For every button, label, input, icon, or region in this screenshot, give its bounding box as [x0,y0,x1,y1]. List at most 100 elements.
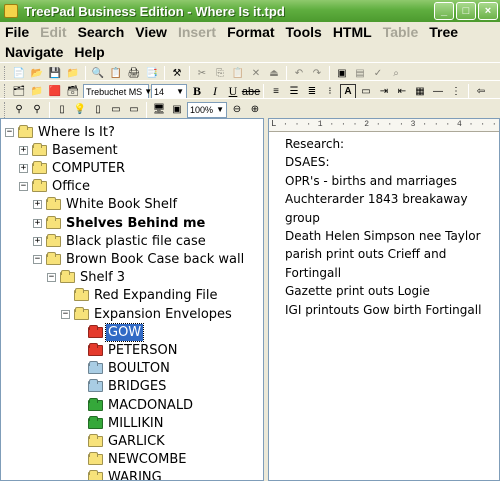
tree-node[interactable]: Red Expanding File [61,287,219,305]
tree-node-label[interactable]: Basement [50,142,120,159]
tree-node-label[interactable]: NEWCOMBE [106,451,188,468]
yellow-folder-icon [46,197,61,211]
tab-stop-marker[interactable]: L [271,119,276,129]
tree-node[interactable]: GARLICK [75,432,167,450]
menu-format[interactable]: Format [222,24,280,40]
tree-node-label[interactable]: Shelf 3 [78,269,127,286]
title-bar[interactable]: TreePad Business Edition - Where Is it.t… [0,0,500,22]
yellow-folder-icon [74,288,89,302]
tree-node[interactable]: PETERSON [75,341,179,359]
close-button[interactable]: × [478,2,498,20]
tree-node-label[interactable]: COMPUTER [50,160,127,177]
tree-node[interactable]: − Shelf 3 [47,269,127,287]
menu-search[interactable]: Search [73,24,131,40]
tree-node[interactable]: BOULTON [75,360,172,378]
tree-node-label[interactable]: White Book Shelf [64,196,179,213]
red-folder-icon [88,342,103,356]
expand-icon[interactable]: + [19,163,28,173]
zoom-select[interactable]: 100% ▼ [187,101,227,118]
tree-node[interactable]: + Shelves Behind me [33,214,207,232]
tree-pane[interactable]: − Where Is It? + Basement + COMPUTER − Office + W… [0,118,264,481]
ruler[interactable]: L · · · 1 · · · 2 · · · 3 · · · 4 · · · … [269,119,499,132]
tree-node[interactable]: MILLIKIN [75,414,165,432]
collapse-icon[interactable]: − [33,254,42,264]
blue-folder-icon [88,379,103,393]
tree-node-label[interactable]: Brown Book Case back wall [64,251,246,268]
tree-node-label[interactable]: Shelves Behind me [64,215,207,232]
toolbar-grip[interactable] [4,101,7,118]
collapse-icon[interactable]: − [19,182,28,192]
menu-view[interactable]: View [130,24,173,40]
tree-node-label[interactable]: MACDONALD [106,397,195,414]
expand-icon[interactable]: + [33,200,42,210]
menu-table[interactable]: Table [378,24,425,40]
menu-help[interactable]: Help [69,44,110,60]
tree-node[interactable]: + Basement [19,141,120,159]
tree-node[interactable]: + White Book Shelf [33,196,179,214]
yellow-folder-icon [88,470,103,480]
chevron-down-icon: ▼ [176,87,184,96]
expand-icon[interactable]: + [33,236,42,246]
expand-icon[interactable]: + [33,218,42,228]
treepad-app-icon[interactable] [4,4,18,18]
tree-node[interactable]: NEWCOMBE [75,451,188,469]
zoom-out-icon[interactable]: ⊖ [229,102,245,118]
tree-node-label[interactable]: WARING [106,469,164,480]
collapse-icon[interactable]: − [61,309,70,319]
editor-line: Gazette print outs Logie [285,284,430,299]
yellow-folder-icon [74,306,89,320]
tree-node[interactable]: + Black plastic file case [33,232,208,250]
tree-node[interactable]: WARING [75,469,164,480]
menu-tools[interactable]: Tools [281,24,328,40]
node-down-icon[interactable]: ▯ [90,102,106,118]
find-next-icon[interactable]: ⚲ [29,102,45,118]
expand-icon[interactable]: + [19,145,28,155]
tree-node[interactable]: − Where Is It? [5,123,117,141]
menu-html[interactable]: HTML [328,24,378,40]
tree-node-label[interactable]: Red Expanding File [92,287,219,304]
node-left-icon[interactable]: ▭ [108,102,124,118]
tree-node[interactable]: − Office [19,178,92,196]
tree-node[interactable]: GOW [75,322,145,342]
tree-node-label[interactable]: MILLIKIN [106,415,165,432]
collapse-icon[interactable]: − [47,273,56,283]
hint-bulb-icon[interactable]: 💡 [72,102,88,118]
maximize-button[interactable]: □ [456,2,476,20]
zoom-in-icon[interactable]: ⊕ [247,102,263,118]
menu-insert[interactable]: Insert [173,24,222,40]
tree-node[interactable]: + COMPUTER [19,159,127,177]
editor-pane[interactable]: L · · · 1 · · · 2 · · · 3 · · · 4 · · · … [268,118,500,481]
green-folder-icon [88,397,103,411]
tree-node[interactable]: BRIDGES [75,378,168,396]
tree-node-label[interactable]: Expansion Envelopes [92,306,234,323]
menu-file[interactable]: File [0,24,35,40]
tree-node[interactable]: MACDONALD [75,396,195,414]
find-binoculars-icon[interactable]: ⚲ [11,102,27,118]
editor-text-area[interactable]: Research: DSAES: OPR's - births and marria… [269,132,499,319]
menu-navigate[interactable]: Navigate [0,44,69,60]
tree-node-label[interactable]: Office [50,178,92,195]
menu-edit[interactable]: Edit [35,24,72,40]
calendar-icon[interactable]: ▣ [169,102,185,118]
yellow-folder-icon [32,142,47,156]
tree-node-label[interactable]: Where Is It? [36,124,117,141]
node-right-icon[interactable]: ▭ [126,102,142,118]
display-mode-icon[interactable]: 🖥 [151,102,167,118]
minimize-button[interactable]: _ [434,2,454,20]
tree-node[interactable]: − Expansion Envelopes [61,305,234,323]
tree-node-label[interactable]: PETERSON [106,342,179,359]
window-title: TreePad Business Edition - Where Is it.t… [24,3,285,19]
editor-line: OPR's - births and marriages [285,173,457,188]
font-name-value: Trebuchet MS [86,86,143,97]
tree-node-label[interactable]: GOW [104,322,145,342]
editor-line: IGI printouts Gow birth Fortingall [285,302,482,317]
tree-node-label[interactable]: GARLICK [106,433,167,450]
tree-node[interactable]: − Brown Book Case back wall [33,250,246,268]
menu-tree[interactable]: Tree [424,24,464,40]
collapse-icon[interactable]: − [5,127,14,137]
node-up-icon[interactable]: ▯ [54,102,70,118]
tree-node-label[interactable]: Black plastic file case [64,233,208,250]
toolbar-separator [146,101,147,118]
tree-node-label[interactable]: BOULTON [106,360,172,377]
tree-node-label[interactable]: BRIDGES [106,378,168,395]
